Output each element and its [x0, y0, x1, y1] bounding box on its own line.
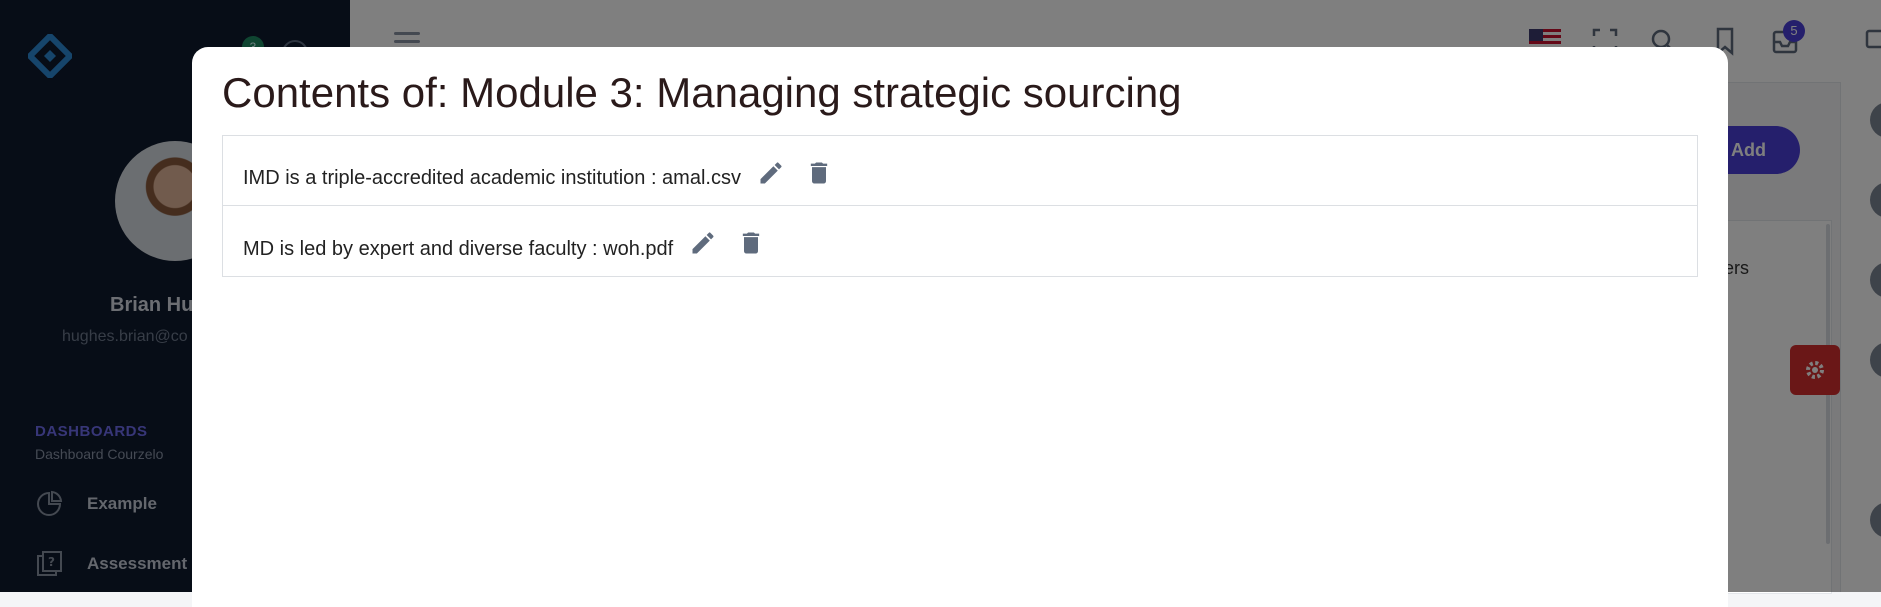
list-item: MD is led by expert and diverse faculty …	[222, 206, 1698, 277]
delete-button[interactable]	[803, 157, 835, 189]
delete-button[interactable]	[735, 227, 767, 259]
modal-title: Contents of: Module 3: Managing strategi…	[222, 69, 1182, 116]
pencil-icon	[692, 232, 714, 254]
trash-icon	[810, 162, 828, 183]
content-item-text: MD is led by expert and diverse faculty …	[243, 237, 674, 260]
edit-button[interactable]	[755, 157, 787, 189]
content-item-text: IMD is a triple-accredited academic inst…	[243, 167, 741, 189]
trash-icon	[743, 232, 760, 254]
edit-button[interactable]	[687, 227, 719, 259]
contents-modal: Contents of: Module 3: Managing strategi…	[192, 47, 1728, 607]
list-item: IMD is a triple-accredited academic inst…	[222, 135, 1698, 206]
pencil-icon	[760, 161, 782, 183]
content-list: IMD is a triple-accredited academic inst…	[222, 135, 1698, 277]
